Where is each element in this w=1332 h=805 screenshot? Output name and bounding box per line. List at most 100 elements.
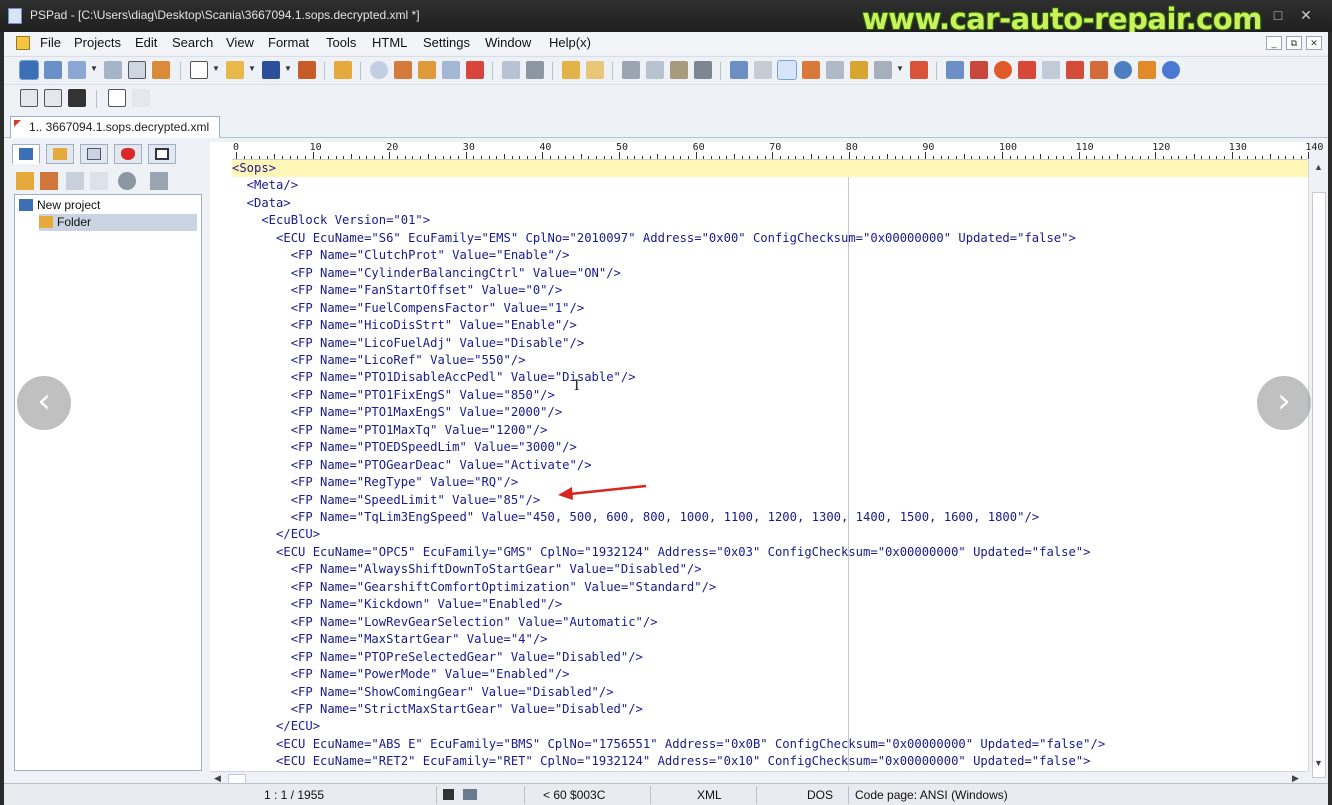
new-file-icon[interactable] [190,61,208,79]
menu-help[interactable]: Help(x) [549,35,591,50]
code-line[interactable]: <FP Name="PTOPreSelectedGear" Value="Dis… [232,649,1308,666]
redo-icon[interactable] [586,61,604,79]
code-line[interactable]: <FP Name="SpeedLimit" Value="85"/> [232,492,1308,509]
column-icon[interactable] [826,61,844,79]
document-menu-icon[interactable] [16,36,30,50]
lock-icon[interactable] [850,61,868,79]
find-in-files-icon[interactable] [418,61,436,79]
tab-files[interactable] [46,144,74,164]
tab-project[interactable] [12,144,40,164]
delete-icon[interactable] [694,61,712,79]
tree-item-project[interactable]: New project [19,197,100,214]
code-line[interactable]: <FP Name="PowerMode" Value="Enabled"/> [232,666,1308,683]
code-icon[interactable] [442,61,460,79]
scroll-down-icon[interactable]: ▼ [1314,758,1323,768]
print-icon[interactable] [526,61,544,79]
code-editor[interactable]: 0 10 20 30 40 50 60 70 80 90 100 110 120 130 140 <Sops… [210,142,1323,771]
terminal-icon[interactable] [68,89,86,107]
code-line[interactable]: <ECU EcuName="RET2" EcuFamily="RET" CplN… [232,753,1308,770]
google-icon[interactable] [1162,61,1180,79]
code-line[interactable]: <ECU EcuName="S6" EcuFamily="EMS" CplNo=… [232,230,1308,247]
tab-clips[interactable] [148,144,176,164]
code-line[interactable]: <FP Name="RegType" Value="RQ"/> [232,474,1308,491]
code-line[interactable]: <FP Name="AlwaysShiftDownToStartGear" Va… [232,561,1308,578]
code-line[interactable]: <Sops> [232,160,1308,178]
play-icon[interactable] [20,89,38,107]
code-area[interactable]: <Sops> <Meta/> <Data> <EcuBlock Version=… [232,160,1308,771]
remove-file-icon[interactable] [90,172,108,190]
menu-html[interactable]: HTML [372,35,407,50]
code-line[interactable]: <FP Name="CylinderBalancingCtrl" Value="… [232,265,1308,282]
code-line[interactable]: <EcuBlock Version="01"> [232,212,1308,229]
save-icon[interactable] [262,61,280,79]
paste-icon[interactable] [670,61,688,79]
chevron-down-icon[interactable]: ▼ [212,63,220,75]
mdi-restore-button[interactable]: ⧉ [1286,36,1302,50]
image-icon[interactable] [1018,61,1036,79]
code-line[interactable]: <FP Name="FanStartOffset" Value="0"/> [232,282,1308,299]
scroll-up-icon[interactable]: ▲ [1314,162,1323,172]
code-line[interactable]: <Data> [232,195,1308,212]
mdi-close-button[interactable]: ✕ [1306,36,1322,50]
code-line[interactable]: <FP Name="LowRevGearSelection" Value="Au… [232,614,1308,631]
code-line[interactable]: <FP Name="GearshiftComfortOptimization" … [232,579,1308,596]
next-slide-button[interactable]: › [1257,376,1311,430]
tab-favorites[interactable] [114,144,142,164]
code-line[interactable]: <Meta/> [232,177,1308,194]
menu-projects[interactable]: Projects [74,35,121,50]
tab-document[interactable]: 1.. 3667094.1.sops.decrypted.xml [10,116,221,138]
search-icon[interactable] [370,61,388,79]
code-line[interactable]: <FP Name="PTOEDSpeedLim" Value="3000"/> [232,439,1308,456]
glasses-icon[interactable] [132,89,150,107]
menu-settings[interactable]: Settings [423,35,470,50]
code-line[interactable]: <FP Name="PTOGearDeac" Value="Activate"/… [232,457,1308,474]
remove-folder-icon[interactable] [40,172,58,190]
code-line[interactable]: <FP Name="MaxStartGear" Value="4"/> [232,631,1308,648]
chevron-down-icon[interactable]: ▼ [248,63,256,75]
minimize-button[interactable]: – [1240,6,1264,24]
new-project-icon[interactable] [44,61,62,79]
pspad-app-icon[interactable] [8,8,22,24]
vertical-scrollbar[interactable]: ▲ ▼ [1308,160,1328,778]
pin-icon[interactable] [910,61,928,79]
tools-icon[interactable] [150,172,168,190]
maximize-button[interactable]: □ [1266,6,1290,24]
code-line[interactable]: <FP Name="LicoFuelAdj" Value="Disable"/> [232,335,1308,352]
mdi-minimize-button[interactable]: _ [1266,36,1282,50]
code-line[interactable]: <ECU EcuName="OPC5" EcuFamily="GMS" CplN… [232,544,1308,561]
chevron-down-icon[interactable]: ▼ [284,63,292,75]
line-numbers-icon[interactable] [777,60,797,80]
code-line[interactable]: <FP Name="LicoRef" Value="550"/> [232,352,1308,369]
code-line[interactable]: <FP Name="ShowComingGear" Value="Disable… [232,684,1308,701]
html-valid-icon[interactable] [1042,61,1060,79]
spell-check-icon[interactable] [802,61,820,79]
console-icon[interactable] [44,89,62,107]
code-line[interactable]: </ECU> [232,718,1308,735]
code-line[interactable]: <FP Name="PTO1DisableAccPedl" Value="Dis… [232,369,1308,386]
menu-tools[interactable]: Tools [326,35,356,50]
copy-project-icon[interactable] [104,61,122,79]
tab-ftp[interactable] [80,144,108,164]
code-line[interactable]: <FP Name="StrictMaxStartGear" Value="Dis… [232,701,1308,718]
project-settings-icon[interactable] [152,61,170,79]
log-icon[interactable] [128,61,146,79]
code-line[interactable]: <ECU EcuName="ABS E" EcuFamily="BMS" Cpl… [232,736,1308,753]
cut-icon[interactable] [622,61,640,79]
tag-icon[interactable] [1066,61,1084,79]
color-picker-icon[interactable] [970,61,988,79]
copy-icon[interactable] [646,61,664,79]
palette-icon[interactable] [994,61,1012,79]
preview-icon[interactable] [502,61,520,79]
menu-file[interactable]: File [40,35,61,50]
menu-search[interactable]: Search [172,35,213,50]
save-all-icon[interactable] [298,61,316,79]
undo-icon[interactable] [562,61,580,79]
project-view-icon[interactable] [19,60,39,80]
close-button[interactable]: ✕ [1294,6,1318,24]
funnel-icon[interactable] [1138,61,1156,79]
tree-item-folder[interactable]: Folder [39,214,197,231]
add-file-icon[interactable] [66,172,84,190]
encoding-icon[interactable] [874,61,892,79]
prev-slide-button[interactable]: ‹ [17,376,71,430]
vertical-scroll-thumb[interactable] [1312,192,1326,778]
